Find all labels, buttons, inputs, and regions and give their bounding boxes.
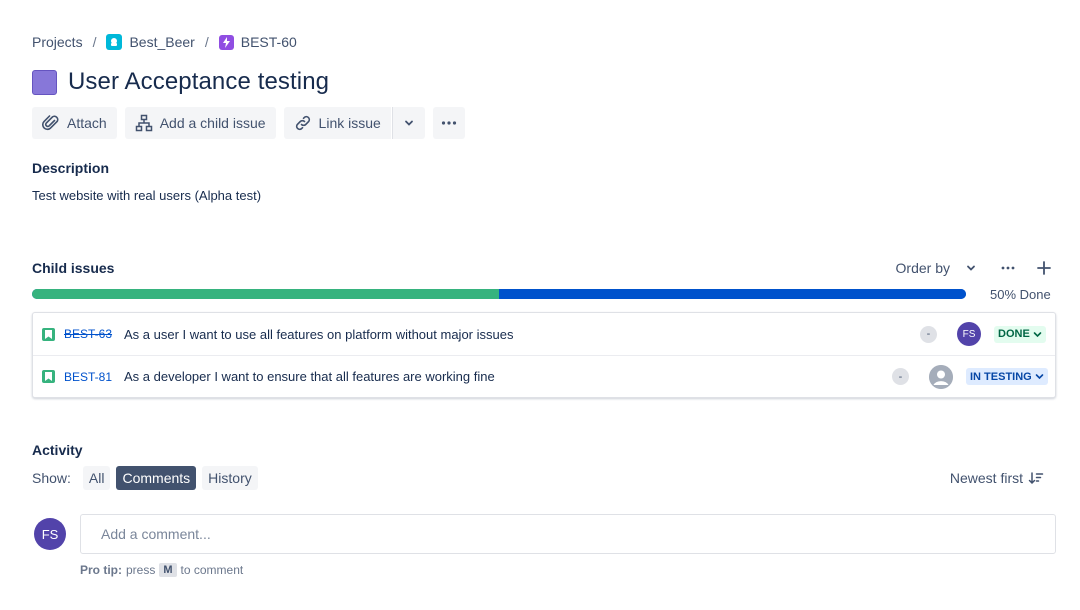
assignee-avatar[interactable]: FS: [957, 322, 981, 346]
link-issue-button[interactable]: Link issue: [283, 107, 391, 139]
add-icon[interactable]: [1034, 258, 1054, 278]
status-dropdown[interactable]: DONE: [994, 325, 1046, 343]
chevron-down-icon: [1033, 331, 1042, 337]
progress-remaining-segment: [499, 289, 966, 299]
priority-badge[interactable]: -: [892, 368, 909, 385]
paperclip-icon: [42, 115, 59, 131]
epic-lightning-icon: [218, 34, 234, 50]
activity-filter-group: Show: All Comments History: [32, 466, 258, 490]
sort-descending-icon: [1028, 472, 1044, 485]
breadcrumb-project[interactable]: Best_Beer: [106, 34, 195, 50]
unassigned-avatar-icon[interactable]: [929, 364, 953, 389]
progress-done-segment: [32, 289, 499, 299]
link-issue-dropdown-button[interactable]: [391, 107, 425, 139]
child-issues-progress-bar: [32, 289, 966, 299]
comment-pro-tip: Pro tip: press M to comment: [80, 563, 243, 577]
link-issue-split-button: Link issue: [283, 107, 425, 139]
breadcrumb-epic[interactable]: BEST-60: [218, 34, 297, 50]
link-issue-label: Link issue: [318, 115, 381, 131]
chevron-down-icon: [967, 265, 975, 271]
priority-badge[interactable]: -: [920, 325, 937, 343]
keyboard-shortcut-key: M: [159, 563, 177, 577]
chevron-down-icon: [404, 120, 413, 126]
project-avatar-icon: [106, 34, 123, 50]
story-bookmark-icon: [42, 327, 55, 341]
add-child-label: Add a child issue: [159, 115, 266, 131]
link-icon: [295, 115, 310, 131]
chevron-down-icon: [1035, 374, 1044, 380]
breadcrumb: Projects / Best_Beer / BEST-60: [32, 33, 297, 51]
description-heading: Description: [32, 160, 110, 176]
child-issues-actions: Order by: [896, 258, 1054, 278]
status-label: DONE: [998, 328, 1030, 340]
filter-all-button[interactable]: All: [82, 466, 111, 490]
pro-tip-press: press: [126, 563, 156, 577]
add-child-issue-button[interactable]: Add a child issue: [124, 107, 276, 139]
issue-toolbar: Attach Add a child issue Link issue: [32, 107, 465, 139]
issue-title-row: User Acceptance testing: [32, 68, 329, 96]
activity-heading: Activity: [32, 442, 83, 458]
breadcrumb-separator: /: [92, 34, 97, 50]
pro-tip-rest: to comment: [180, 563, 244, 577]
issue-summary[interactable]: As a user I want to use all features on …: [124, 327, 513, 342]
more-horizontal-icon[interactable]: [998, 258, 1018, 278]
breadcrumb-projects-label[interactable]: Projects: [32, 34, 83, 50]
status-dropdown[interactable]: IN TESTING: [966, 368, 1048, 385]
progress-label: 50% Done: [990, 287, 1051, 302]
issue-type-icon: [32, 69, 57, 95]
filter-comments-button[interactable]: Comments: [116, 466, 197, 490]
table-row[interactable]: BEST-63 As a user I want to use all feat…: [33, 313, 1055, 355]
issue-summary[interactable]: As a developer I want to ensure that all…: [124, 369, 495, 384]
description-text[interactable]: Test website with real users (Alpha test…: [32, 188, 261, 203]
status-label: IN TESTING: [970, 370, 1032, 383]
sort-order-button[interactable]: Newest first: [950, 470, 1044, 486]
breadcrumb-epic-label[interactable]: BEST-60: [241, 34, 297, 50]
child-issues-heading: Child issues: [32, 260, 115, 276]
current-user-avatar: FS: [34, 518, 66, 550]
more-horizontal-icon: [441, 121, 456, 125]
attach-label: Attach: [67, 115, 107, 131]
pro-tip-label: Pro tip:: [80, 563, 122, 577]
show-label: Show:: [32, 470, 71, 486]
breadcrumb-project-label[interactable]: Best_Beer: [129, 34, 194, 50]
table-row[interactable]: BEST-81 As a developer I want to ensure …: [33, 355, 1055, 397]
breadcrumb-separator: /: [204, 34, 209, 50]
issue-key-link[interactable]: BEST-63: [64, 327, 112, 341]
story-bookmark-icon: [42, 370, 55, 383]
order-by-dropdown[interactable]: Order by: [896, 260, 978, 276]
order-by-label: Order by: [895, 260, 950, 276]
issue-key-link[interactable]: BEST-81: [64, 370, 112, 384]
more-actions-button[interactable]: [432, 107, 465, 139]
child-issues-list: BEST-63 As a user I want to use all feat…: [32, 312, 1056, 398]
add-comment-input[interactable]: Add a comment...: [80, 514, 1056, 554]
breadcrumb-projects[interactable]: Projects: [32, 34, 83, 50]
page-title[interactable]: User Acceptance testing: [68, 68, 329, 96]
filter-history-button[interactable]: History: [202, 466, 258, 490]
hierarchy-icon: [135, 114, 152, 132]
attach-button[interactable]: Attach: [32, 107, 117, 139]
sort-order-label: Newest first: [949, 470, 1023, 486]
